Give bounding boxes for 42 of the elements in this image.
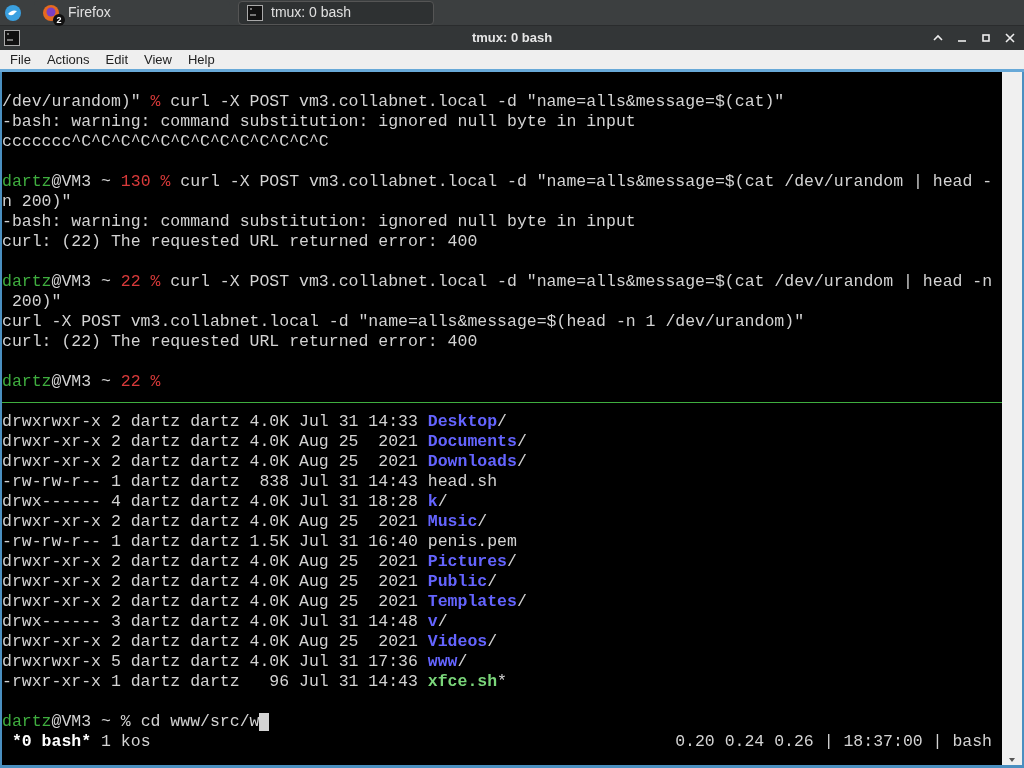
terminal-line: drwxrwxr-x 2 dartz dartz 4.0K Jul 31 14:33 Desktop/	[2, 412, 507, 432]
menu-item[interactable]: Actions	[40, 49, 96, 70]
terminal-line: curl: (22) The requested URL returned error: 400	[2, 232, 478, 252]
terminal-line: dartz@VM3 ~ 130 % curl -X POST vm3.collabnet.local -d "name=alls&message=$(cat /dev/urandom | head -	[2, 172, 993, 192]
terminal-line: -bash: warning: command substitution: ignored null byte in input	[2, 212, 636, 232]
terminal-line: dartz@VM3 ~ 22 % curl -X POST vm3.collabnet.local -d "name=alls&message=$(cat /dev/urandom | head -n	[2, 272, 993, 292]
terminal-line: drwxr-xr-x 2 dartz dartz 4.0K Aug 25 2021 Music/	[2, 512, 488, 532]
terminal-line: -rwxr-xr-x 1 dartz dartz 96 Jul 31 14:43 xfce.sh*	[2, 672, 507, 692]
terminal-line: curl: (22) The requested URL returned error: 400	[2, 332, 478, 352]
window-title: tmux: 0 bash	[471, 29, 553, 48]
tmux-window-list: *0 bash* 1 kos	[2, 732, 151, 752]
maximize-icon[interactable]	[980, 32, 992, 44]
terminal-line: drwxr-xr-x 2 dartz dartz 4.0K Aug 25 2021 Templates/	[2, 592, 527, 612]
terminal-line: curl -X POST vm3.collabnet.local -d "name=alls&message=$(head -n 1 /dev/urandom)"	[2, 312, 805, 332]
terminal-line: n 200)"	[2, 192, 72, 212]
menu-item[interactable]: File	[4, 49, 37, 70]
taskbar-button[interactable]: tmux: 0 bash	[238, 0, 434, 25]
terminal-line: dartz@VM3 ~ 22 %	[2, 372, 161, 392]
terminal-line: drwxr-xr-x 2 dartz dartz 4.0K Aug 25 2021 Videos/	[2, 632, 498, 652]
terminal-line: ccccccc^C^C^C^C^C^C^C^C^C^C^C^C^C	[2, 132, 329, 152]
terminal-line: -rw-rw-r-- 1 dartz dartz 1.5K Jul 31 16:40 penis.pem	[2, 532, 517, 552]
close-icon[interactable]	[1004, 32, 1016, 44]
terminal-icon	[4, 30, 20, 46]
app-menu-icon[interactable]	[4, 3, 22, 22]
terminal-line: drwxr-xr-x 2 dartz dartz 4.0K Aug 25 2021 Documents/	[2, 432, 527, 452]
terminal-line: drwx------ 4 dartz dartz 4.0K Jul 31 18:28 k/	[2, 492, 448, 512]
terminal-line: drwxr-xr-x 2 dartz dartz 4.0K Aug 25 2021 Pictures/	[2, 552, 517, 572]
terminal-line: -bash: warning: command substitution: ignored null byte in input	[2, 112, 636, 132]
terminal-line: /dev/urandom)" % curl -X POST vm3.collabnet.local -d "name=alls&message=$(cat)"	[2, 92, 785, 112]
tmux-status-info: 0.20 0.24 0.26 | 18:37:00 | bash	[675, 732, 992, 752]
menu-item[interactable]: Edit	[99, 49, 134, 70]
menu-item[interactable]: Help	[181, 49, 221, 70]
terminal-line: drwxr-xr-x 2 dartz dartz 4.0K Aug 25 2021 Downloads/	[2, 452, 527, 472]
terminal-icon	[247, 4, 263, 21]
terminal-line: 200)"	[10, 292, 62, 312]
terminal-line: dartz@VM3 ~ % cd www/src/w	[2, 712, 260, 732]
menu-item[interactable]: View	[138, 49, 178, 70]
terminal-line: drwxrwxr-x 5 dartz dartz 4.0K Jul 31 17:36 www/	[2, 652, 468, 672]
terminal-line: -rw-rw-r-- 1 dartz dartz 838 Jul 31 14:43 head.sh	[2, 472, 498, 492]
terminal-line: drwxr-xr-x 2 dartz dartz 4.0K Aug 25 2021 Public/	[2, 572, 498, 592]
terminal-line: drwx------ 3 dartz dartz 4.0K Jul 31 14:48 v/	[2, 612, 448, 632]
scrollbar[interactable]	[1002, 72, 1022, 765]
